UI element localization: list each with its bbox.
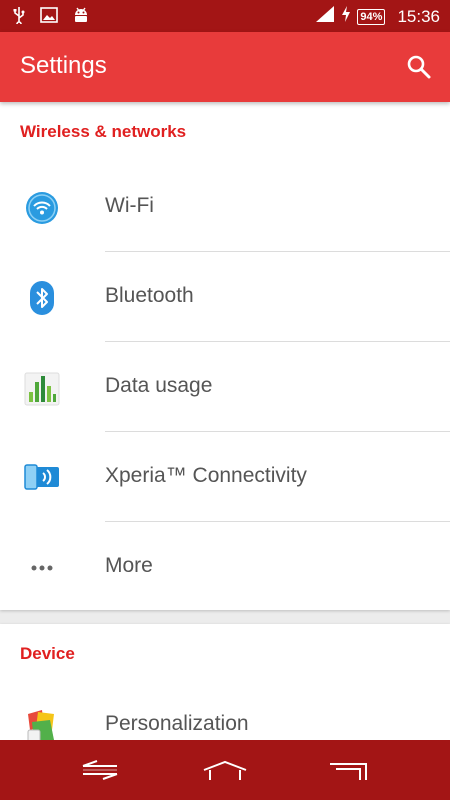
recents-button[interactable] <box>328 756 374 784</box>
status-bar-system: 94% 15:36 <box>315 5 440 28</box>
settings-item-label: Wi-Fi <box>105 194 154 217</box>
settings-item-data-usage[interactable]: Data usage <box>0 342 450 432</box>
bluetooth-icon <box>22 278 62 318</box>
app-bar: Settings <box>0 32 450 102</box>
search-icon <box>407 55 431 79</box>
wifi-icon <box>22 188 62 228</box>
android-debug-icon <box>72 6 90 29</box>
search-button[interactable] <box>406 54 432 80</box>
back-button[interactable] <box>77 756 123 784</box>
home-button[interactable] <box>202 756 248 784</box>
section-header-wireless: Wireless & networks <box>20 122 187 141</box>
battery-icon: 94% <box>357 8 386 25</box>
settings-item-wifi[interactable]: Wi-Fi <box>0 162 450 252</box>
signal-icon <box>315 5 335 28</box>
settings-item-label: Data usage <box>105 374 213 397</box>
settings-item-label: Bluetooth <box>105 284 194 307</box>
usb-icon <box>12 6 26 29</box>
settings-item-xperia-connectivity[interactable]: Xperia™ Connectivity <box>0 432 450 522</box>
section-header-device: Device <box>20 644 75 663</box>
home-icon <box>203 760 247 780</box>
status-bar-notifications <box>12 6 90 29</box>
charging-icon <box>341 5 351 28</box>
status-bar: 94% 15:36 <box>0 0 450 32</box>
settings-item-label: Xperia™ Connectivity <box>105 464 307 487</box>
xperia-connectivity-icon <box>22 458 62 498</box>
wireless-networks-card: Wireless & networks Wi-Fi Bluetooth Data… <box>0 102 450 610</box>
more-icon <box>22 548 62 588</box>
status-time: 15:36 <box>397 6 440 26</box>
battery-level: 94% <box>360 10 383 23</box>
image-notification-icon <box>40 7 58 28</box>
back-icon <box>82 760 118 780</box>
data-usage-icon <box>22 368 62 408</box>
settings-item-bluetooth[interactable]: Bluetooth <box>0 252 450 342</box>
recents-icon <box>330 763 367 780</box>
page-title: Settings <box>20 52 107 79</box>
navigation-bar <box>0 740 450 800</box>
device-card: Device Personalization <box>0 624 450 744</box>
settings-item-label: Personalization <box>105 712 249 735</box>
settings-item-label: More <box>105 554 153 577</box>
settings-item-more[interactable]: More <box>0 522 450 612</box>
